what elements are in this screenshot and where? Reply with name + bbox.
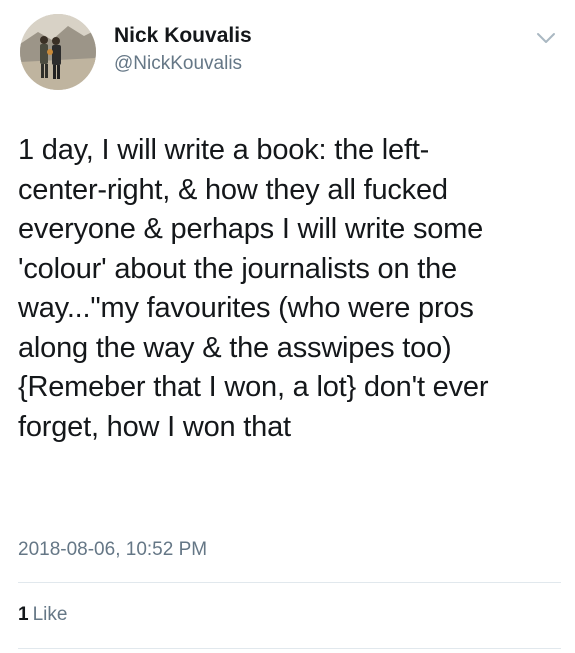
user-handle[interactable]: @NickKouvalis bbox=[114, 53, 242, 75]
profile-photo-icon bbox=[20, 14, 96, 90]
divider bbox=[18, 648, 561, 649]
likes-stat[interactable]: 1 Like bbox=[18, 604, 67, 626]
divider bbox=[18, 582, 561, 583]
chevron-down-icon[interactable] bbox=[535, 30, 557, 46]
display-name[interactable]: Nick Kouvalis bbox=[114, 24, 252, 48]
tweet-text: 1 day, I will write a book: the left- ce… bbox=[18, 134, 489, 443]
likes-label: Like bbox=[32, 604, 68, 625]
tweet-timestamp[interactable]: 2018-08-06, 10:52 PM bbox=[18, 539, 207, 561]
tweet-card: Nick Kouvalis @NickKouvalis 1 day, I wil… bbox=[0, 0, 575, 653]
likes-count: 1 bbox=[18, 604, 29, 625]
avatar[interactable] bbox=[20, 14, 96, 90]
